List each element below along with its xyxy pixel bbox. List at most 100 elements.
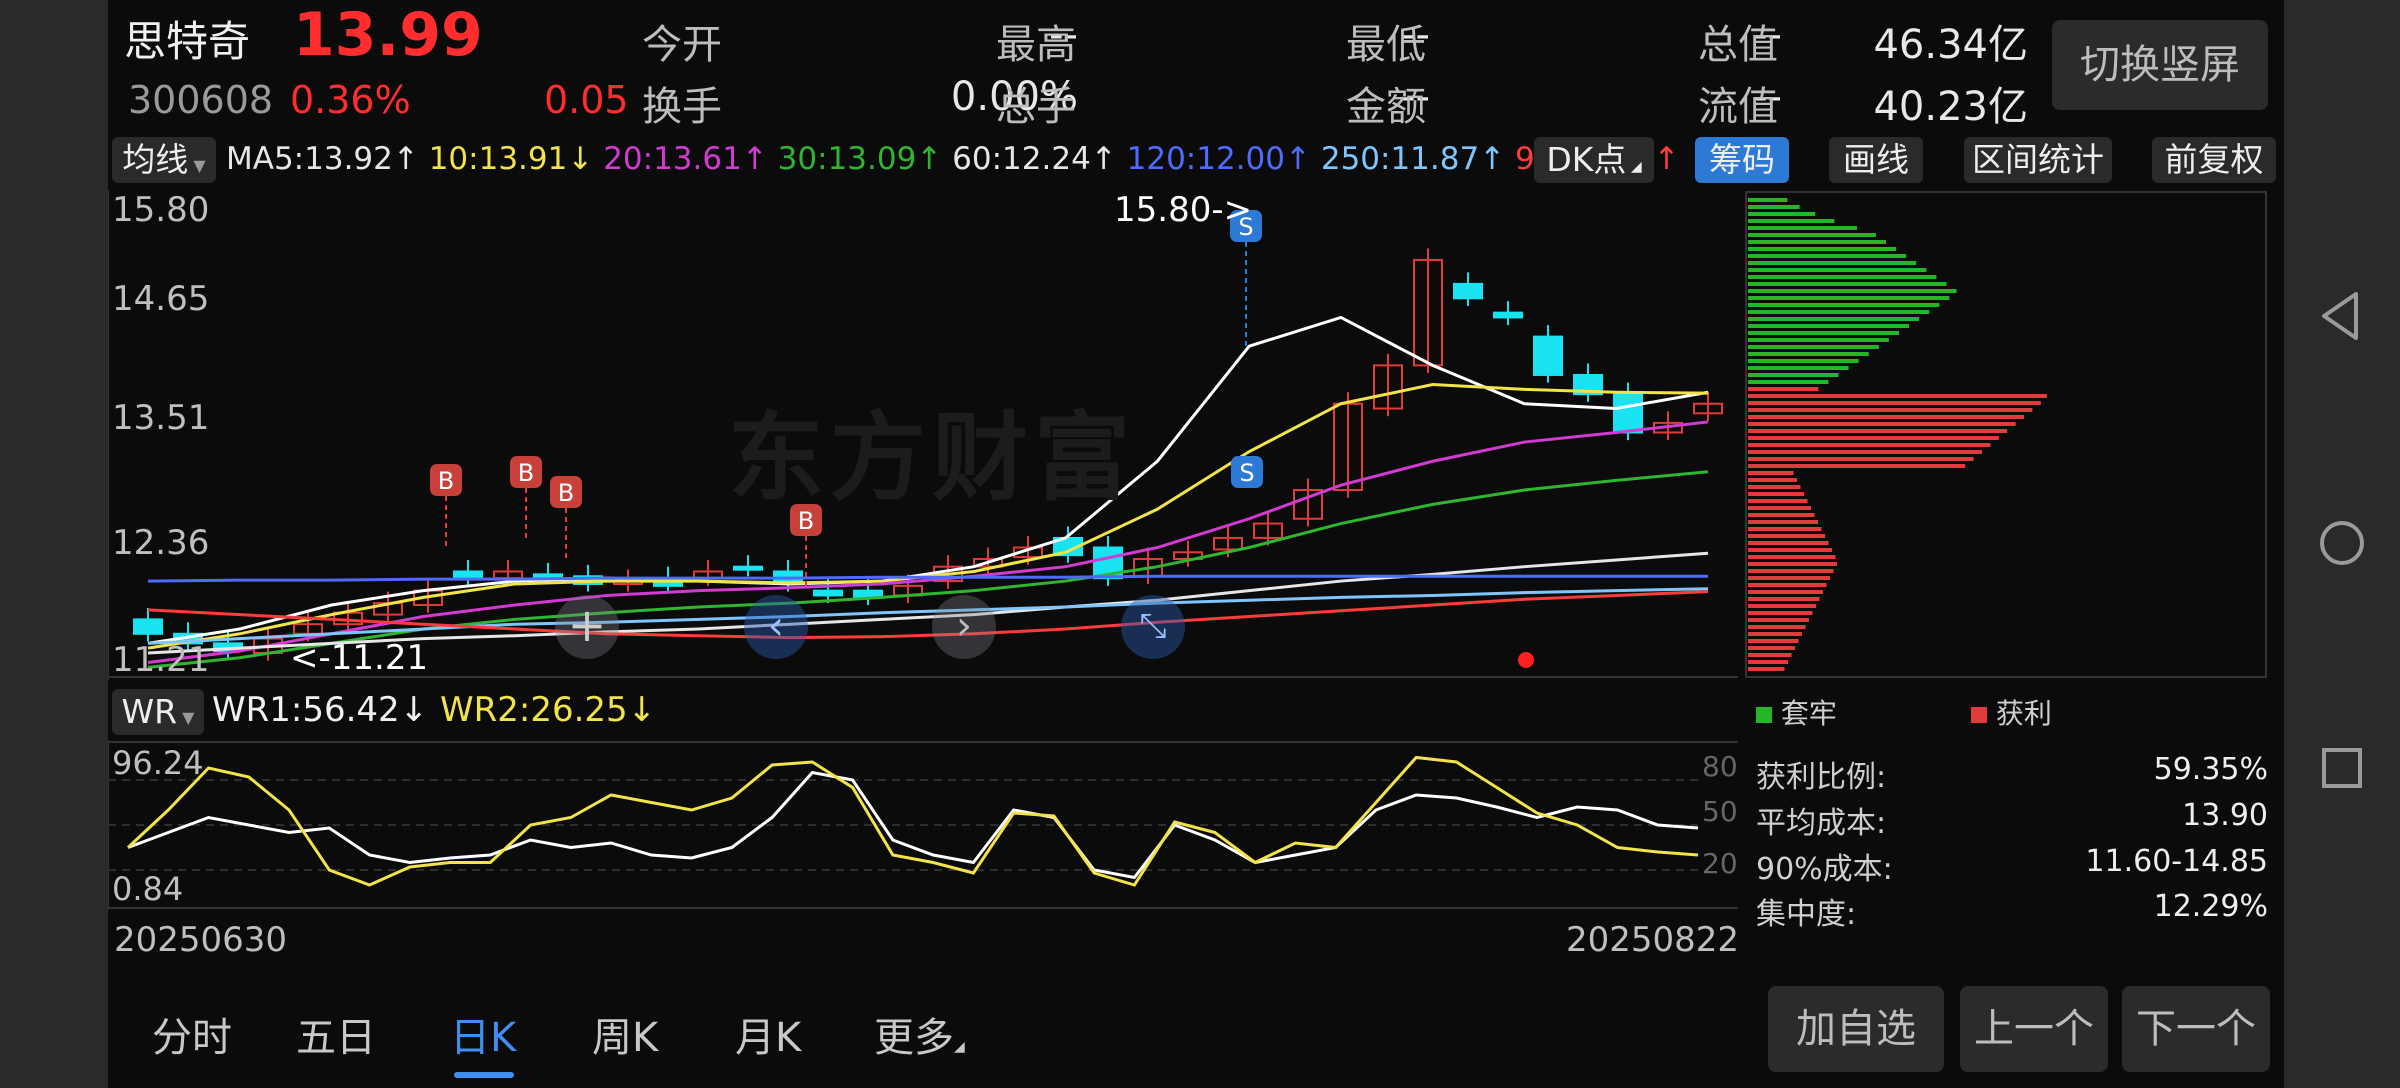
- chip-bar: [1748, 247, 1897, 251]
- chip-bar: [1748, 562, 1837, 566]
- plus-icon: +: [567, 598, 607, 652]
- chip-bar: [1748, 415, 2024, 419]
- chip-bar: [1748, 611, 1813, 615]
- chip-bar: [1748, 660, 1788, 664]
- chip-bar: [1748, 408, 2033, 412]
- prev-stock-button[interactable]: 上一个: [1960, 986, 2108, 1072]
- chip-bar: [1748, 380, 1829, 384]
- turnover-label: 换手: [642, 84, 722, 130]
- zoom-in-button[interactable]: +: [555, 595, 619, 659]
- add-watchlist-button[interactable]: 加自选: [1768, 986, 1944, 1072]
- dropdown-icon: ▼: [188, 156, 206, 175]
- chip-bar: [1748, 527, 1822, 531]
- wr-chart[interactable]: 96.24 0.84 80 50 20: [108, 740, 1748, 910]
- chip-bar: [1748, 639, 1799, 643]
- tab-more[interactable]: 更多◢: [874, 1005, 965, 1063]
- chip-bar: [1748, 240, 1886, 244]
- range-stats-button[interactable]: 区间统计: [1964, 137, 2112, 183]
- tab-monthly-k[interactable]: 月K: [735, 1005, 801, 1063]
- start-date: 20250630: [114, 920, 288, 960]
- chip-bar: [1748, 555, 1836, 559]
- chevron-left-icon: ‹: [768, 603, 784, 649]
- cost90-label: 90%成本:: [1756, 852, 1893, 887]
- chip-bar: [1748, 317, 1920, 321]
- candle-body: [1613, 393, 1643, 434]
- wr-selector-label: WR: [121, 692, 178, 731]
- dk-point-button[interactable]: DK点 ◢: [1534, 137, 1654, 183]
- chip-bar: [1748, 541, 1829, 545]
- chip-bar: [1748, 401, 2041, 405]
- sell-signal-text: S: [1239, 459, 1254, 487]
- tab-timeshare[interactable]: 分时: [152, 1005, 232, 1063]
- chip-bar: [1748, 289, 1957, 293]
- nav-recents-icon[interactable]: [2312, 738, 2372, 798]
- tab-five-day[interactable]: 五日: [296, 1005, 376, 1063]
- kline-chart[interactable]: BBBBSS 东方财富 15.80 14.65 13.51 12.36 11.2…: [108, 190, 1748, 680]
- ma-selector[interactable]: 均线 ▼: [112, 137, 216, 183]
- chips-button[interactable]: 筹码: [1695, 137, 1789, 183]
- y-tick-top: 15.80: [112, 190, 210, 230]
- adjust-button[interactable]: 前复权: [2152, 137, 2276, 183]
- chip-distribution: [1736, 190, 2276, 680]
- shrink-button[interactable]: ⤡: [1121, 595, 1185, 659]
- stock-code: 300608: [128, 78, 274, 122]
- tab-weekly-k[interactable]: 周K: [592, 1005, 658, 1063]
- chip-bar: [1748, 604, 1816, 608]
- high-label: 最高: [996, 22, 1076, 68]
- wr-selector[interactable]: WR ▼: [112, 689, 204, 735]
- chip-bar: [1748, 429, 2008, 433]
- trapped-swatch-icon: [1756, 707, 1772, 723]
- chip-bar: [1748, 534, 1825, 538]
- chip-bar: [1748, 254, 1907, 258]
- chip-bar: [1748, 625, 1806, 629]
- nav-back-icon[interactable]: [2312, 286, 2372, 346]
- legend-trapped: 套牢: [1756, 692, 1837, 732]
- y-tick-2: 14.65: [112, 279, 210, 319]
- ma60-value: 60:12.24↑: [952, 141, 1117, 177]
- amount-label: 金额: [1346, 84, 1426, 130]
- stock-price: 13.99: [293, 0, 483, 70]
- chip-bar: [1748, 366, 1849, 370]
- chip-bar: [1748, 296, 1950, 300]
- chip-bar: [1748, 583, 1827, 587]
- chip-bar: [1748, 219, 1835, 223]
- float-label: 流值: [1698, 84, 1778, 130]
- scroll-left-button[interactable]: ‹: [744, 595, 808, 659]
- ma10-value: 10:13.91↓: [428, 141, 594, 177]
- tab-daily-k[interactable]: 日K: [450, 1005, 516, 1063]
- next-stock-button[interactable]: 下一个: [2122, 986, 2270, 1072]
- cost90-value: 11.60-14.85: [2085, 844, 2268, 879]
- chip-bar: [1748, 548, 1832, 552]
- chip-bar: [1748, 632, 1802, 636]
- chip-bar: [1748, 212, 1816, 216]
- ma-values: MA5:13.92↑ 10:13.91↓ 20:13.61↑ 30:13.09↑…: [226, 141, 1680, 177]
- chip-bar: [1748, 513, 1815, 517]
- scroll-right-button[interactable]: ›: [932, 595, 996, 659]
- high-annotation: 15.80->: [1114, 190, 1253, 230]
- chip-bar: [1748, 303, 1940, 307]
- draw-line-button[interactable]: 画线: [1829, 137, 1923, 183]
- low-label: 最低: [1346, 22, 1426, 68]
- shrink-icon: ⤡: [1139, 606, 1167, 646]
- ma30-value: 30:13.09↑: [777, 141, 943, 177]
- chip-bar: [1748, 506, 1811, 510]
- chip-bar: [1748, 282, 1947, 286]
- dropdown-icon: ▼: [177, 708, 195, 727]
- open-label: 今开: [642, 22, 722, 68]
- chip-bar: [1748, 345, 1879, 349]
- ma250-value: 250:11.87↑: [1320, 141, 1506, 177]
- dk-point-label: DK点: [1546, 140, 1627, 179]
- buy-signal-text: B: [558, 479, 574, 507]
- low-annotation: <-11.21: [290, 638, 429, 678]
- candle-body: [533, 573, 563, 579]
- change-percent: 0.36%: [290, 78, 411, 122]
- change-amount: 0.05: [544, 78, 629, 122]
- candle-body: [1493, 311, 1523, 319]
- wr-level-80: 80: [1702, 750, 1738, 783]
- nav-home-icon[interactable]: [2312, 513, 2372, 573]
- mcap-value: 46.34亿: [1873, 22, 2028, 68]
- chip-bar: [1748, 569, 1834, 573]
- end-date: 20250822: [1566, 920, 1740, 960]
- switch-portrait-button[interactable]: 切换竖屏: [2052, 20, 2268, 110]
- y-tick-3: 13.51: [112, 398, 210, 438]
